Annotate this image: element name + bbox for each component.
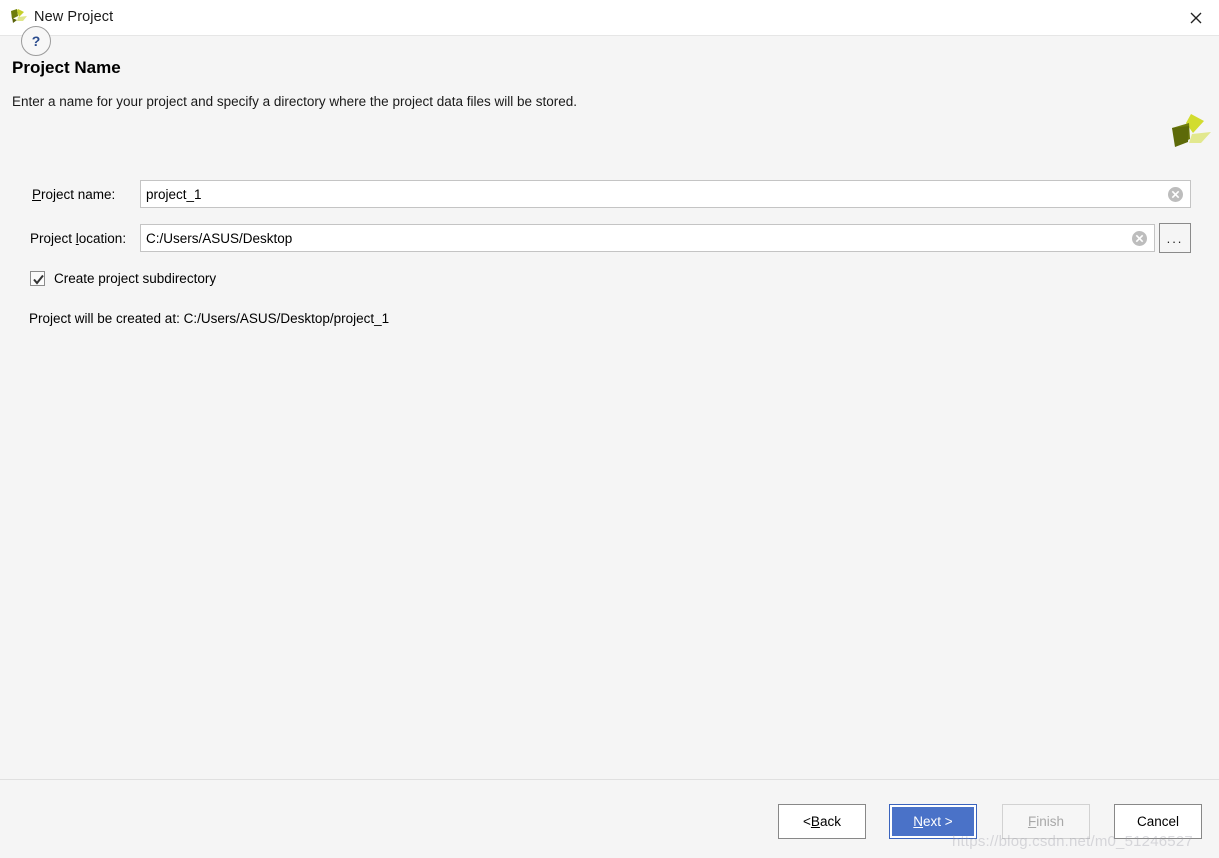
project-name-input-value: project_1 — [146, 186, 202, 202]
back-button-pre: < — [803, 814, 811, 829]
close-icon — [1188, 10, 1204, 26]
project-name-label: Project name: — [32, 187, 115, 202]
clear-project-name-icon[interactable] — [1167, 186, 1184, 203]
next-button-mnemonic: N — [913, 814, 924, 829]
project-location-input[interactable]: C:/Users/ASUS/Desktop — [140, 224, 1155, 252]
project-location-input-value: C:/Users/ASUS/Desktop — [146, 230, 293, 246]
back-button[interactable]: < Back — [778, 804, 866, 839]
finish-button-mnemonic: F — [1027, 814, 1037, 829]
help-button[interactable]: ? — [21, 26, 51, 56]
project-location-label-pre: Project — [30, 231, 76, 246]
project-location-label: Project location: — [30, 231, 126, 246]
checkmark-icon — [33, 274, 44, 285]
wizard-header: Project Name Enter a name for your proje… — [0, 37, 1219, 147]
project-name-label-mnemonic: P — [32, 187, 42, 202]
create-subdirectory-checkbox[interactable]: Create project subdirectory — [30, 271, 216, 286]
form-area: Project name: project_1 Project location… — [0, 127, 1219, 777]
back-button-mnemonic: B — [810, 814, 820, 829]
question-mark-icon: ? — [31, 33, 41, 49]
project-name-label-text: roject name: — [41, 187, 116, 202]
create-subdirectory-label: Create project subdirectory — [54, 271, 217, 286]
project-name-input[interactable]: project_1 — [140, 180, 1191, 208]
back-button-label: ack — [819, 814, 841, 829]
window-title: New Project — [34, 9, 114, 25]
close-window-button[interactable] — [1173, 0, 1219, 36]
clear-project-location-icon[interactable] — [1131, 230, 1148, 247]
finish-button: Finish — [1002, 804, 1090, 839]
project-path-info: Project will be created at: C:/Users/ASU… — [29, 311, 390, 326]
page-title: Project Name — [12, 58, 121, 77]
next-button-label: ext > — [923, 814, 953, 829]
project-location-label-text: ocation: — [78, 231, 127, 246]
page-subtitle: Enter a name for your project and specif… — [12, 94, 578, 109]
browse-location-button[interactable]: ... — [1159, 223, 1191, 253]
checkbox-box[interactable] — [30, 271, 45, 286]
finish-button-label: inish — [1036, 814, 1064, 829]
window-titlebar: New Project — [0, 0, 1219, 36]
cancel-button-label: Cancel — [1136, 814, 1180, 829]
app-leaf-logo-icon — [8, 7, 30, 29]
cancel-button[interactable]: Cancel — [1114, 804, 1202, 839]
next-button[interactable]: Next > — [889, 804, 977, 839]
